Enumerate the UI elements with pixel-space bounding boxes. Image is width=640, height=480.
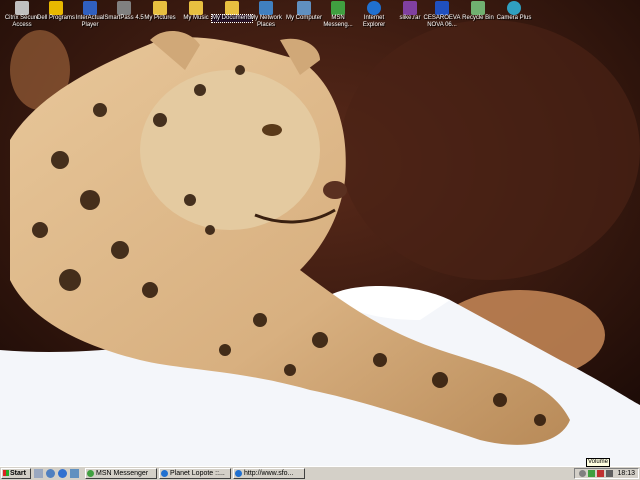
interactual-icon [83,1,97,15]
folder-icon [153,1,167,15]
desktop-icon-my-network-places[interactable]: My Network Places [246,0,286,36]
desktop-icon-camera-plus[interactable]: Camera Plus [494,0,534,36]
taskbar-button-label: Planet Lopote ::... [170,470,225,477]
taskbar: Start MSN Messenger Planet Lopote ::... ht… [0,466,640,480]
tooltip: Volume [586,458,611,467]
word-doc-icon [435,1,449,15]
msn-tray-icon[interactable] [588,470,595,477]
volume-icon[interactable] [606,470,613,477]
desktop-icon-label: Internet Explorer [362,15,386,28]
clock[interactable]: 18:13 [617,469,635,479]
taskbar-button-label: MSN Messenger [96,470,149,477]
desktop-icon-my-music[interactable]: My Music [176,0,216,36]
desktop-icon-label: My Music [183,15,209,21]
ie-quicklaunch-icon[interactable] [46,469,55,478]
desktop-icon-label: Recycle Bin [462,15,494,21]
ie-icon [367,1,381,15]
citrix-icon [15,1,29,15]
desktop-icon-my-pictures[interactable]: My Pictures [140,0,180,36]
antivirus-tray-icon[interactable] [597,470,604,477]
desktop[interactable]: Citrix Secure Access Dell Programs InterAc… [0,0,640,466]
network-icon [259,1,273,15]
taskbar-button-1[interactable]: MSN Messenger [85,468,157,479]
recycle-bin-icon [471,1,485,15]
desktop-icon-label: MSN Messeng... [323,15,353,28]
taskbar-button-2[interactable]: Planet Lopote ::... [159,468,231,479]
desktop-icon-label: Camera Plus [496,15,532,21]
computer-icon [297,1,311,15]
ie-icon [161,469,168,477]
smartpass-icon [117,1,131,15]
desktop-icon-cesaroeva-nova-06[interactable]: CESAROEVA NOVA 06... [422,0,462,36]
desktop-icon-smartpass-4-5[interactable]: SmartPass 4.5 [104,0,144,36]
desktop-icon-internet-explorer[interactable]: Internet Explorer [354,0,394,36]
ie-icon [235,469,242,477]
start-button[interactable]: Start [1,468,31,479]
desktop-icon-label: My Network Places [250,15,282,28]
desktop-icon-label: SmartPass 4.5 [104,15,144,21]
desktop-icon-label: CESAROEVA NOVA 06... [423,15,461,28]
system-tray: 18:13 [574,468,639,479]
taskbar-button-label: http://www.sfo... [244,470,294,477]
desktop-icon-row: Citrix Secure Access Dell Programs InterAc… [0,0,640,40]
camera-icon [507,1,521,15]
folder-icon [225,1,239,15]
start-label: Start [10,470,26,477]
windows-flag-icon [3,470,9,477]
taskbar-button-3[interactable]: http://www.sfo... [233,468,305,479]
desktop-icon-label: My Pictures [144,15,176,21]
msn-icon [87,469,94,477]
show-desktop-icon[interactable] [34,469,43,478]
outlook-quicklaunch-icon[interactable] [70,469,79,478]
network-tray-icon[interactable] [579,470,586,477]
desktop-icon-recycle-bin[interactable]: Recycle Bin [458,0,498,36]
rar-icon [403,1,417,15]
media-player-icon[interactable] [58,469,67,478]
msn-icon [331,1,345,15]
dell-icon [49,1,63,15]
desktop-icon-msn-messeng[interactable]: MSN Messeng... [318,0,358,36]
folder-icon [189,1,203,15]
wallpaper-snow-leopard [0,0,640,466]
